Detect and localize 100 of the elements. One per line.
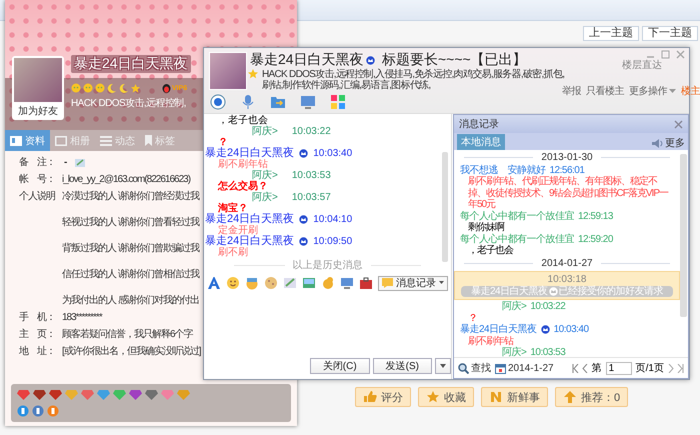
star-icon [248,69,258,79]
photo-placeholder [14,58,62,102]
field-value: 信任过我的人 谢谢你们曾相信过我 [62,269,199,281]
floor-jump-label: 楼层直达 [622,58,662,72]
field-value: 冷漠过我的人 谢谢你们曾经漠过我 [62,191,199,203]
sender-name: 阿庆> [252,170,278,181]
screen-icon[interactable] [340,276,354,290]
add-friend-button[interactable]: 加为好友 [18,104,58,118]
diamond-icon [129,389,142,401]
page-count-label: 页/1页 [636,362,664,375]
message-time: 10:04:10 [313,214,352,225]
sun-icon [83,83,93,93]
font-icon[interactable] [207,276,221,290]
maximize-button[interactable] [661,50,670,59]
crown-icon [366,56,375,64]
image-icon[interactable] [302,276,316,290]
bookmark-icon [145,135,152,146]
sender-name: 暴走24日白天黑夜 [205,236,294,247]
contact-signature: HACK DDOS攻击,远程控制,入侵挂马,免杀远控,肉鸡交易,服务器,破密,抓包,刷钻,制作软件源码,汇编,易语言,图标代练, [262,69,564,91]
page-number-field[interactable]: 1 [606,362,632,374]
message-text: 刷不刷年钻、代刷正规年钻、有年图标、稳定不掉、收徒传授技术、9钻会员超扣图书CF落克VIP一年50元 [467,176,670,210]
sun-icon [71,83,81,93]
letter-n-icon [489,390,503,404]
search-button[interactable]: 查找 [458,361,491,375]
field-value: i_love_yy_2@163.com(822616623) [62,174,190,186]
sender-name: 阿庆> [502,347,526,357]
penguin-icon [162,83,171,93]
photo-placeholder [209,52,247,90]
folder-icon[interactable] [270,94,286,110]
scrollbar[interactable] [680,154,687,317]
emoji-pack-icon[interactable] [245,276,259,290]
message-text: ，老子也会 [467,245,514,256]
close-button[interactable] [676,50,685,59]
message-text: 剩你妹啊 [467,222,506,234]
scrollbar[interactable] [442,152,448,262]
date-separator: 2014-01-27 [541,258,593,269]
field-value: 183********* [62,312,102,324]
field-label: 备 注： [19,157,56,169]
microphone-icon[interactable] [240,94,256,110]
list-icon [100,136,112,146]
close-button[interactable]: 关闭(C) [310,358,370,374]
last-page-icon[interactable] [677,364,684,372]
sender-name: 每个人心中都有一个故佳宜 [460,234,574,244]
date-picker-button[interactable]: 2014-1-27 [495,362,554,374]
field-value: 顾客若疑问信誉，我只解释6个字 [62,329,193,341]
duck-icon[interactable] [321,276,335,290]
next-page-icon[interactable] [668,364,674,372]
up-arrow-icon [563,390,577,404]
post-action-button[interactable]: 收藏 [418,387,474,407]
first-page-icon[interactable] [572,364,579,372]
eye-icon[interactable] [210,94,226,110]
send-options-button[interactable] [435,358,451,374]
thumbs-up-icon [363,390,377,404]
more-actions-menu[interactable]: 更多操作 [629,84,676,98]
diamond-icon [97,389,110,401]
thread-nav-button[interactable]: 下一主题 [642,26,698,41]
crown-icon [299,237,308,246]
message-text: ，老子也会 [217,115,268,126]
post-action-link[interactable]: 举报 [562,84,581,98]
page-label: 第 [592,362,602,375]
field-value: - [63,157,68,169]
diamond-icon [65,389,78,401]
field-label: 帐 号： [19,174,56,186]
app-grid-icon[interactable] [330,94,346,110]
thread-nav-button[interactable]: 上一主题 [583,26,639,41]
send-button[interactable]: 发送(S) [372,358,432,374]
message-time: 12:56:01 [550,164,584,176]
notice-time: 10:03:18 [548,274,586,286]
message-text: ？ [467,312,478,324]
chat-title: 暴走24日白天黑夜 [250,51,364,68]
more-button[interactable]: 更多 [651,136,685,150]
field-label: 个人说明 [19,191,56,203]
diamond-icon [145,389,158,401]
toolbox-icon[interactable] [359,276,373,290]
diamond-icon [177,389,190,401]
diamond-icon [49,389,62,401]
sender-name: 阿庆> [502,301,526,312]
message-history-button[interactable]: 消息记录 [378,276,448,290]
close-icon [674,120,683,128]
cookie-icon[interactable] [264,276,278,290]
field-label: 手 机： [19,312,56,324]
message-text: ？ [218,137,229,148]
sender-name: 阿庆> [252,126,278,137]
smiley-icon[interactable] [226,276,240,290]
history-divider: 以上是历史消息 [292,260,362,271]
crown-icon [548,286,558,296]
post-action-link[interactable]: 只看楼主 [586,84,624,98]
previous-page-icon[interactable] [582,364,588,372]
diamond-icon [161,389,174,401]
calendar-icon [495,362,506,374]
message-text: 定金开刷 [218,225,258,236]
post-action-button[interactable]: 评分 [355,387,411,407]
pencil-icon[interactable] [283,276,297,290]
post-action-button[interactable]: 新鲜事 [481,387,548,407]
close-button[interactable] [674,120,683,128]
screen-icon[interactable] [300,94,316,110]
post-action-button[interactable]: 推荐：0 [555,387,628,407]
diamond-icon [17,389,30,401]
sender-name: 暴走24日白天黑夜 [460,324,537,336]
crown-icon [299,215,308,224]
